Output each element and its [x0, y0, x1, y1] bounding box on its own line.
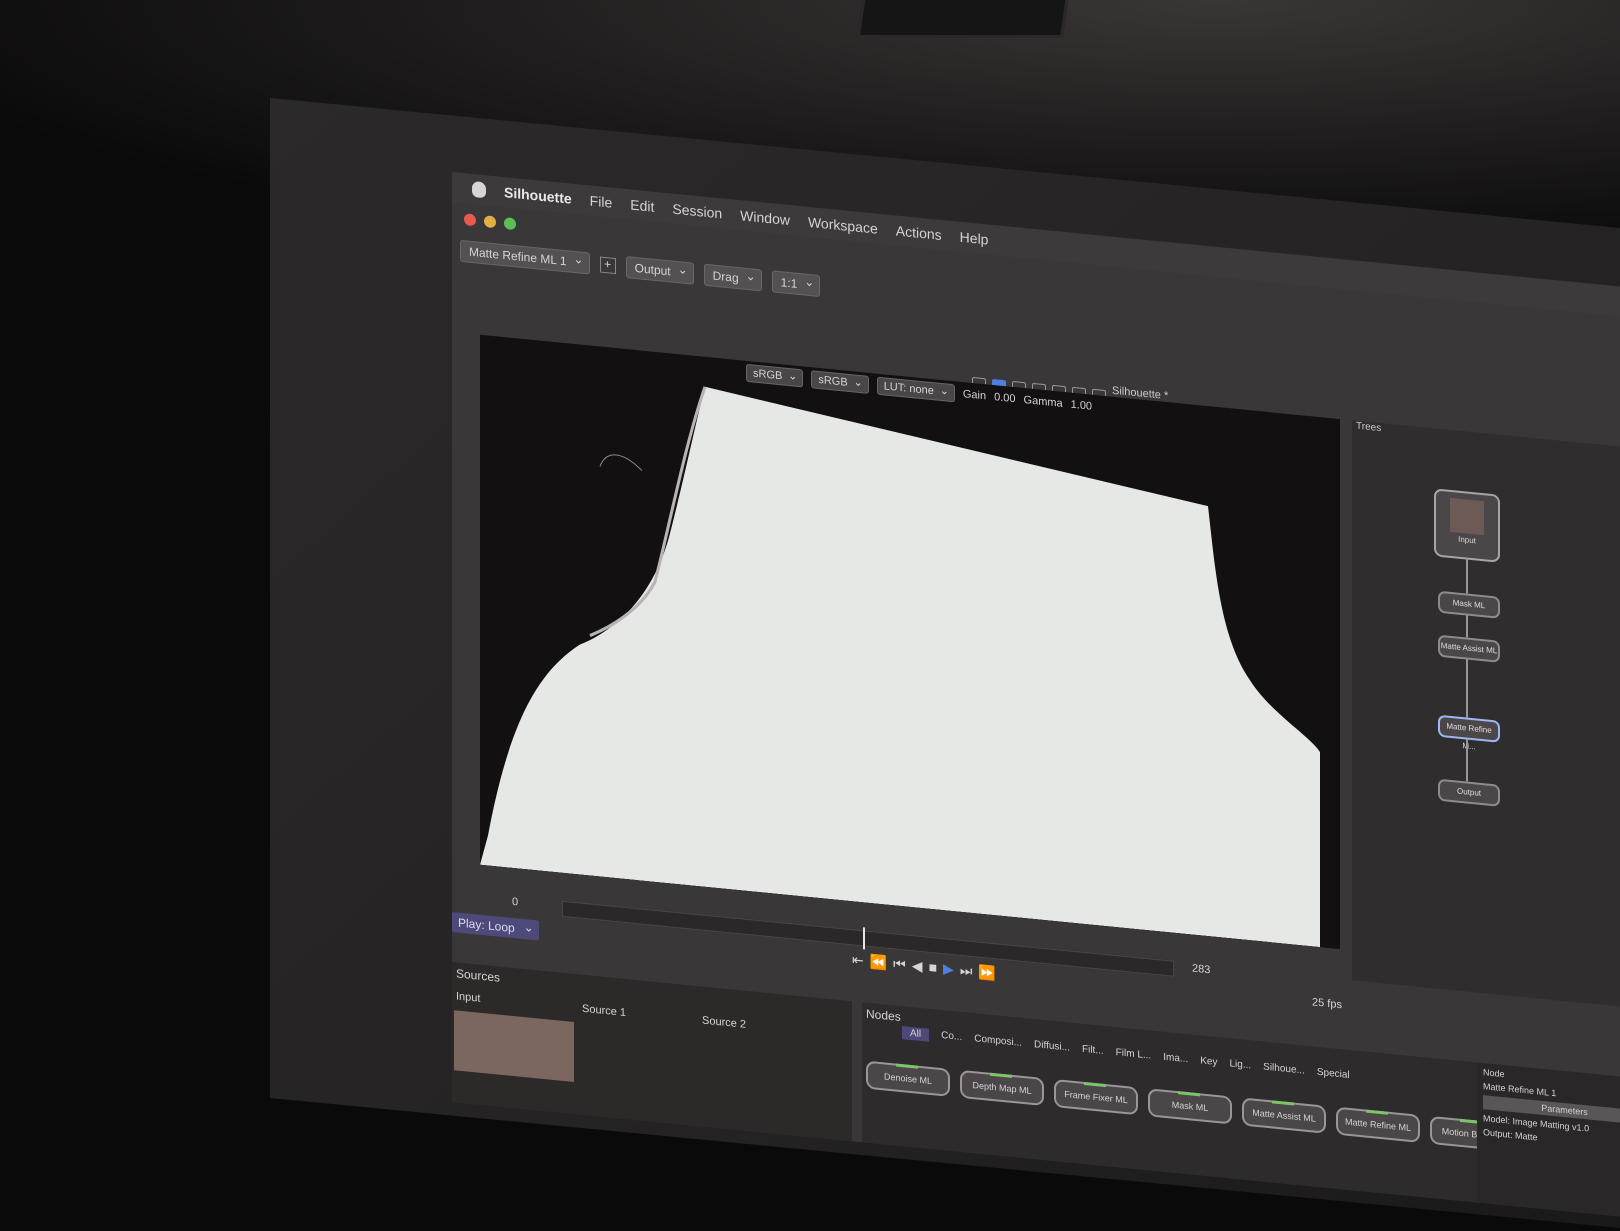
category-tab[interactable]: Composi...: [974, 1033, 1022, 1051]
node-button-matte-assist-ml[interactable]: Matte Assist ML: [1242, 1097, 1326, 1134]
menu-workspace[interactable]: Workspace: [808, 214, 878, 237]
ceiling-light-fixture: [856, 0, 1070, 38]
playhead[interactable]: [863, 927, 865, 950]
node-parameters-panel: Node Matte Refine ML 1 Parameters Model:…: [1477, 1062, 1620, 1220]
close-window-button[interactable]: [464, 213, 476, 227]
node-button-row: Denoise ML Depth Map ML Frame Fixer ML M…: [866, 1060, 1514, 1153]
menu-actions[interactable]: Actions: [896, 223, 942, 244]
fast-forward-icon[interactable]: ⏩: [978, 964, 995, 983]
add-button[interactable]: +: [599, 256, 616, 275]
play-icon[interactable]: ▶: [943, 960, 954, 978]
trees-title: Trees: [1356, 420, 1382, 435]
category-tab[interactable]: All: [902, 1026, 930, 1042]
category-tab[interactable]: Ima...: [1163, 1052, 1188, 1067]
category-tab[interactable]: Silhoue...: [1263, 1062, 1305, 1079]
minimize-window-button[interactable]: [484, 215, 496, 229]
node-button-depth-map-ml[interactable]: Depth Map ML: [960, 1069, 1044, 1107]
input-thumbnail: [1450, 497, 1484, 536]
app-window: Silhouette File Edit Session Window Work…: [452, 172, 1620, 1220]
gamma-value[interactable]: 1.00: [1071, 399, 1092, 413]
model-label: Model: [1483, 1113, 1508, 1126]
gamma-label: Gamma: [1023, 394, 1063, 410]
sources-title: Sources: [456, 966, 501, 985]
gain-label: Gain: [962, 388, 987, 403]
category-tab[interactable]: Lig...: [1229, 1058, 1251, 1073]
category-tab[interactable]: Special: [1317, 1067, 1350, 1083]
fps-label: 25 fps: [1312, 996, 1342, 1012]
nodes-title: Nodes: [866, 1006, 901, 1024]
menu-session[interactable]: Session: [672, 201, 722, 222]
menu-edit[interactable]: Edit: [630, 196, 654, 214]
category-tab[interactable]: Diffusi...: [1034, 1039, 1070, 1056]
end-frame-field[interactable]: 283: [1192, 963, 1210, 977]
node-button-denoise-ml[interactable]: Denoise ML: [866, 1060, 950, 1097]
menu-app-name[interactable]: Silhouette: [504, 184, 572, 207]
source-column-2[interactable]: Source 2: [702, 1015, 746, 1031]
category-tab[interactable]: Co...: [941, 1030, 962, 1045]
tool-dropdown[interactable]: Drag: [703, 263, 762, 292]
trees-panel: Trees Input Mask ML Matte Assist ML Matt…: [1352, 420, 1620, 1010]
zoom-window-button[interactable]: [504, 217, 516, 231]
menu-help[interactable]: Help: [960, 229, 989, 248]
menu-file[interactable]: File: [590, 192, 613, 210]
node-button-mask-ml[interactable]: Mask ML: [1148, 1088, 1232, 1125]
colorspace-dropdown-2[interactable]: sRGB: [811, 370, 869, 394]
category-tab[interactable]: Filt...: [1082, 1044, 1104, 1059]
source-column-1[interactable]: Source 1: [582, 1003, 626, 1019]
node-button-frame-fixer-ml[interactable]: Frame Fixer ML: [1054, 1079, 1138, 1116]
window-controls: [464, 213, 516, 231]
output-dropdown[interactable]: Matte: [1515, 1130, 1538, 1142]
tree-wire: [1466, 557, 1468, 594]
source-column-input[interactable]: Input: [456, 990, 480, 1004]
gain-value[interactable]: 0.00: [994, 391, 1015, 405]
apple-icon[interactable]: [472, 180, 486, 199]
tree-node-input-label: Input: [1458, 534, 1476, 546]
tree-node-output[interactable]: Output: [1438, 778, 1500, 807]
menu-window[interactable]: Window: [740, 207, 790, 228]
image-viewer[interactable]: sRGB sRGB LUT: none Gain 0.00 Gamma 1.00: [480, 334, 1340, 950]
view-mode-dropdown[interactable]: Output: [625, 256, 694, 285]
go-to-start-icon[interactable]: ⇤: [852, 951, 864, 969]
play-mode-dropdown[interactable]: Play: Loop: [452, 912, 539, 941]
zoom-dropdown[interactable]: 1:1: [771, 270, 821, 298]
node-button-matte-refine-ml[interactable]: Matte Refine ML: [1336, 1106, 1420, 1143]
tree-node-mask-ml[interactable]: Mask ML: [1438, 590, 1500, 619]
output-label: Output: [1483, 1127, 1511, 1140]
tree-wire: [1466, 739, 1468, 782]
tree-node-matte-assist-ml[interactable]: Matte Assist ML: [1438, 634, 1500, 663]
node-select-dropdown[interactable]: Matte Refine ML 1: [460, 239, 590, 275]
tree-node-input[interactable]: Input: [1434, 488, 1500, 563]
main-toolbar: Matte Refine ML 1 + Output Drag 1:1: [460, 239, 821, 298]
step-forward-icon[interactable]: ⏭: [960, 962, 973, 980]
stop-icon[interactable]: ■: [929, 959, 937, 977]
step-back-icon[interactable]: ⏮: [893, 955, 906, 973]
start-frame-field[interactable]: 0: [512, 896, 518, 909]
lut-dropdown[interactable]: LUT: none: [876, 376, 955, 403]
tree-node-matte-refine-ml[interactable]: Matte Refine M...: [1438, 714, 1500, 751]
rewind-icon[interactable]: ⏪: [870, 953, 887, 972]
matte-output-image: [480, 334, 1340, 950]
tree-wire: [1466, 615, 1468, 638]
tree-wire: [1466, 659, 1468, 718]
input-source-thumbnail[interactable]: [454, 1010, 574, 1082]
play-reverse-icon[interactable]: ◀: [912, 957, 923, 975]
colorspace-dropdown-1[interactable]: sRGB: [746, 363, 804, 388]
category-tab[interactable]: Key: [1200, 1055, 1217, 1070]
category-tab[interactable]: Film L...: [1116, 1047, 1152, 1063]
